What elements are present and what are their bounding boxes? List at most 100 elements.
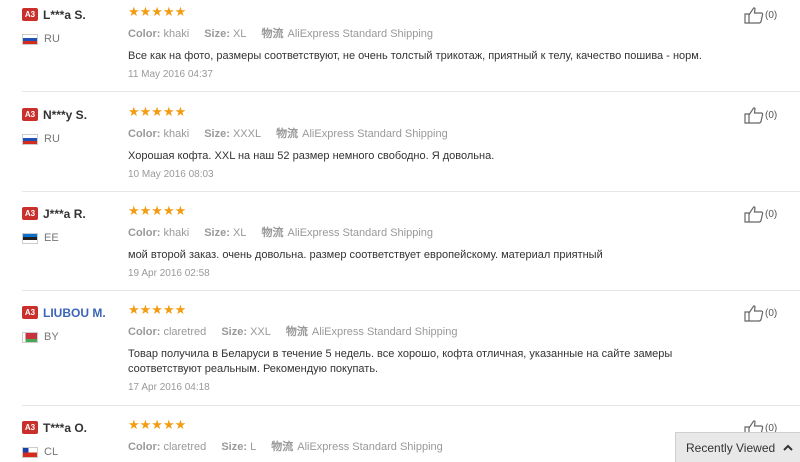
review-date: 11 May 2016 04:37 [128,69,213,80]
reviewer-country: RU [22,133,122,145]
reviewer-country: RU [22,33,122,45]
size-label: Size: [204,227,230,239]
logistics-label: 物流 [261,227,284,239]
buyer-level-badge: A3 [22,207,38,221]
size-value: XXL [250,326,271,338]
color-label: Color: [128,227,161,239]
color-value: claretred [163,326,207,338]
buyer-level-badge: A3 [22,8,38,22]
reviewer-country: BY [22,331,122,343]
helpful-count: (0) [765,308,778,319]
logistics-label: 物流 [261,28,284,40]
helpful-button[interactable]: (0) [744,107,777,124]
review-item: A3 J***a R. EE ★★★★★ Color: khaki Size: X… [0,199,800,291]
color-value: khaki [163,227,190,239]
country-code: RU [44,133,60,145]
logistics-label: 物流 [271,441,294,453]
rating-stars: ★★★★★ [128,417,187,432]
thumbs-up-icon [744,206,764,223]
thumbs-up-icon [744,107,764,124]
shipping-method: AliExpress Standard Shipping [311,326,458,338]
logistics-label: 物流 [285,326,308,338]
chile-flag-icon [22,446,38,458]
country-code: CL [44,446,59,458]
reviewer-name: T***a O. [43,420,88,435]
order-info: Color: khaki Size: XL 物流 AliExpress Stand… [128,25,728,41]
reviewer-country: EE [22,232,122,244]
buyer-level-badge: A3 [22,421,38,435]
review-content: ★★★★★ Color: claretred Size: XXL 物流 AliEx… [128,302,728,394]
shipping-method: AliExpress Standard Shipping [287,227,434,239]
country-code: EE [44,232,59,244]
reviewer-name-link[interactable]: LIUBOU M. [43,306,106,320]
helpful-count: (0) [765,110,778,121]
shipping-method: AliExpress Standard Shipping [287,28,434,40]
shipping-method: AliExpress Standard Shipping [302,128,448,140]
rating-stars: ★★★★★ [128,104,187,119]
rating-stars: ★★★★★ [128,4,187,19]
russia-flag-icon [22,133,38,145]
reviewer-name: N***y S. [43,107,88,122]
order-info: Color: khaki Size: XXXL 物流 AliExpress Sta… [128,125,728,141]
reviewer-info: A3 T***a O. CL [22,419,122,458]
order-info: Color: claretred Size: L 物流 AliExpress St… [128,438,728,454]
color-label: Color: [128,128,161,140]
color-value: khaki [163,28,190,40]
recently-viewed-tab[interactable]: Recently Viewed [675,432,800,462]
reviewer-info: A3 J***a R. EE [22,205,122,244]
review-item: A3 N***y S. RU ★★★★★ Color: khaki Size: X… [0,100,800,192]
reviewer-info: A3 LIUBOU M. BY [22,304,122,343]
review-item: A3 LIUBOU M. BY ★★★★★ Color: claretred Si… [0,298,800,406]
size-value: L [250,441,257,453]
rating-stars: ★★★★★ [128,302,187,317]
review-content: ★★★★★ Color: khaki Size: XL 物流 AliExpress… [128,4,728,81]
buyer-level-badge: A3 [22,306,38,320]
color-label: Color: [128,441,161,453]
size-label: Size: [221,326,247,338]
reviewer-country: CL [22,446,122,458]
reviewer-name: L***a S. [43,7,86,22]
size-label: Size: [204,128,230,140]
buyer-level-badge: A3 [22,108,38,122]
shipping-method: AliExpress Standard Shipping [297,441,443,453]
logistics-label: 物流 [276,128,299,140]
country-code: RU [44,33,60,45]
review-text: мой второй заказ. очень довольна. размер… [128,249,603,261]
recently-viewed-label: Recently Viewed [686,441,776,455]
review-text: Товар получила в Беларуси в течение 5 не… [128,348,673,375]
size-value: XL [232,28,247,40]
review-date: 10 May 2016 08:03 [128,169,214,180]
helpful-button[interactable]: (0) [744,7,777,24]
review-text: Все как на фото, размеры соответствуют, … [128,50,702,62]
helpful-count: (0) [765,209,778,220]
review-item: A3 L***a S. RU ★★★★★ Color: khaki Size: X… [0,0,800,92]
color-label: Color: [128,28,161,40]
reviewer-info: A3 L***a S. RU [22,6,122,45]
thumbs-up-icon [744,305,764,322]
reviewer-name: J***a R. [43,206,86,221]
color-value: claretred [163,441,207,453]
color-value: khaki [163,128,190,140]
thumbs-up-icon [744,7,764,24]
size-value: XXXL [232,128,262,140]
size-label: Size: [221,441,247,453]
review-content: ★★★★★ Color: khaki Size: XL 物流 AliExpress… [128,203,728,280]
order-info: Color: claretred Size: XXL 物流 AliExpress … [128,323,728,339]
review-text: Хорошая кофта. XXL на наш 52 размер немн… [128,150,495,162]
estonia-flag-icon [22,232,38,244]
helpful-count: (0) [765,10,778,21]
reviewer-info: A3 N***y S. RU [22,106,122,145]
helpful-button[interactable]: (0) [744,305,777,322]
review-content: ★★★★★ Color: khaki Size: XXXL 物流 AliExpre… [128,104,728,181]
color-label: Color: [128,326,161,338]
order-info: Color: khaki Size: XL 物流 AliExpress Stand… [128,224,728,240]
review-date: 17 Apr 2016 04:18 [128,382,210,393]
chevron-up-icon [783,444,793,451]
review-content: ★★★★★ Color: claretred Size: L 物流 AliExpr… [128,418,728,454]
rating-stars: ★★★★★ [128,203,187,218]
country-code: BY [44,331,59,343]
size-value: XL [232,227,247,239]
size-label: Size: [204,28,230,40]
review-date: 19 Apr 2016 02:58 [128,268,210,279]
helpful-button[interactable]: (0) [744,206,777,223]
